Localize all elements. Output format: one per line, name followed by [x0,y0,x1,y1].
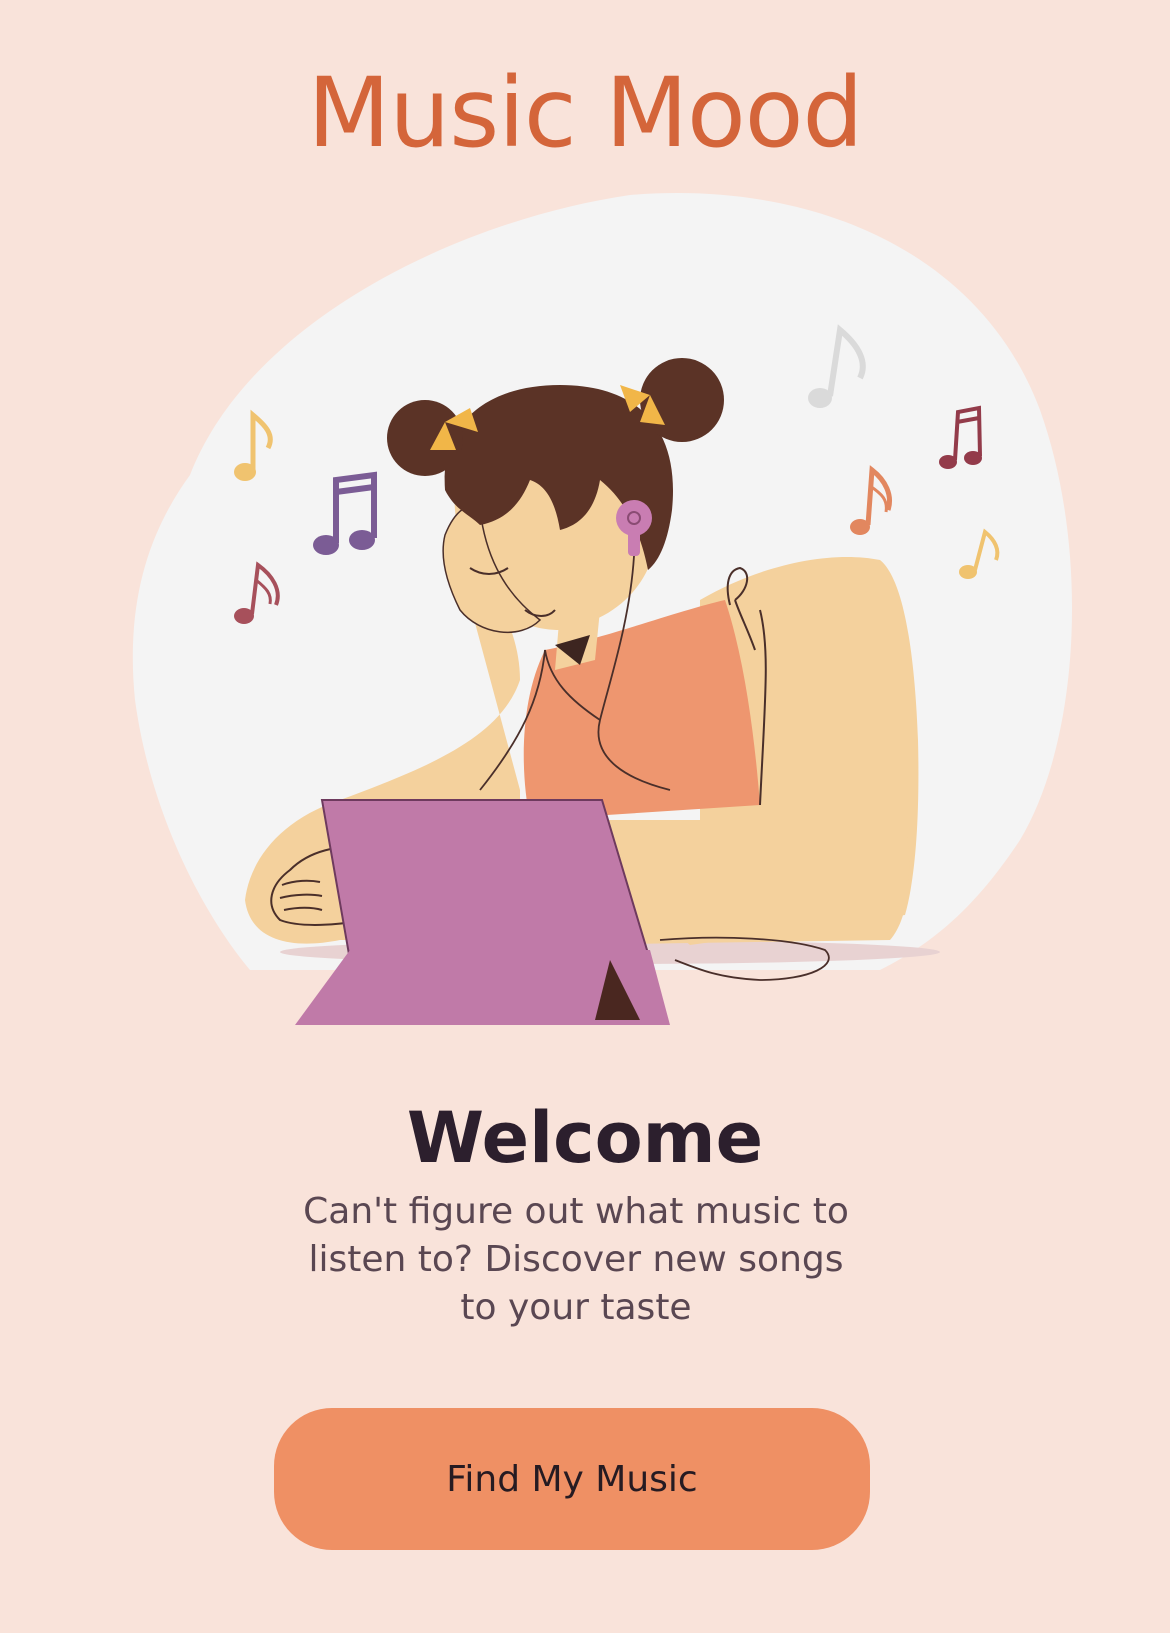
tablet-screen [320,799,652,961]
hero-illustration [0,180,1170,1040]
app-title: Music Mood [307,57,864,169]
hair-bun-left [387,400,463,476]
girl-listening-music-illustration [132,193,1073,1025]
welcome-description: Can't figure out what music to listen to… [303,1191,849,1328]
hair-bun-right [640,358,724,442]
welcome-heading: Welcome [406,1096,764,1179]
find-my-music-button[interactable]: Find My Music [274,1408,870,1550]
